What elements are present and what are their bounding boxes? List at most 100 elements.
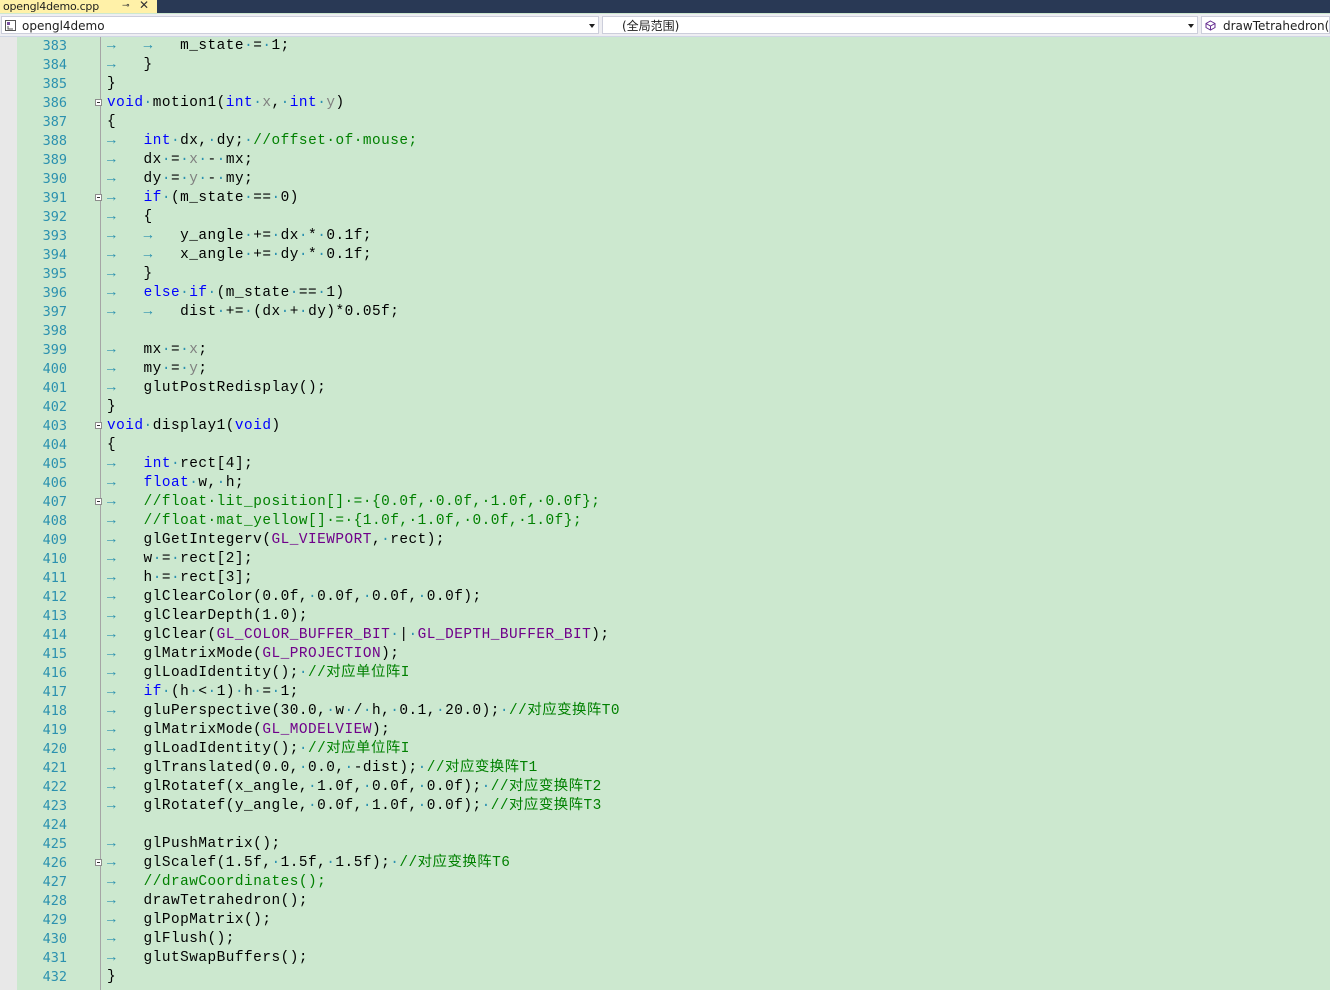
code-line[interactable]: 408 → //float·mat_yellow[]·=·{1.0f,·1.0f,…: [0, 512, 1330, 531]
code-line[interactable]: 430 → glFlush();: [0, 930, 1330, 949]
code-token: =: [253, 38, 263, 54]
code-line[interactable]: 420 → glLoadIdentity();·//对应单位阵I: [0, 740, 1330, 759]
code-line[interactable]: 427 → //drawCoordinates();: [0, 873, 1330, 892]
collapse-icon[interactable]: [95, 859, 102, 866]
code-line[interactable]: 386 void·motion1(int·x,·int·y): [0, 94, 1330, 113]
code-line[interactable]: 395 → }: [0, 265, 1330, 284]
code-line[interactable]: 413 → glClearDepth(1.0);: [0, 607, 1330, 626]
code-line[interactable]: 422 → glRotatef(x_angle,·1.0f,·0.0f,·0.0f…: [0, 778, 1330, 797]
code-token: 0.1f;: [326, 247, 373, 263]
code-token: glPushMatrix();: [116, 836, 281, 852]
code-token: drawTetrahedron();: [116, 893, 308, 909]
pin-icon[interactable]: ⊸: [122, 0, 130, 13]
line-number: 399: [42, 342, 67, 358]
code-line[interactable]: 418 → gluPerspective(30.0,·w·/·h,·0.1,·20…: [0, 702, 1330, 721]
code-line[interactable]: 410 → w·=·rect[2];: [0, 550, 1330, 569]
code-text: → dx·=·x·-·mx;: [107, 151, 253, 170]
code-text: → glMatrixMode(GL_PROJECTION);: [107, 645, 399, 664]
tab-arrow-icon: →: [107, 665, 117, 681]
code-text: → //float·mat_yellow[]·=·{1.0f,·1.0f,·0.…: [107, 512, 582, 531]
code-line[interactable]: 391 → if·(m_state·==·0): [0, 189, 1330, 208]
code-line[interactable]: 432}: [0, 968, 1330, 987]
code-line[interactable]: 407 → //float·lit_position[]·=·{0.0f,·0.0…: [0, 493, 1330, 512]
code-token: 1;: [271, 38, 290, 54]
code-token: w: [116, 551, 153, 567]
code-line[interactable]: 402}: [0, 398, 1330, 417]
code-line[interactable]: 424: [0, 816, 1330, 835]
code-token: dy;: [216, 133, 245, 149]
code-line[interactable]: 385}: [0, 75, 1330, 94]
code-text: → int·dx,·dy;·//offset·of·mouse;: [107, 132, 418, 151]
code-line[interactable]: 417 → if·(h·<·1)·h·=·1;: [0, 683, 1330, 702]
code-line[interactable]: 416 → glLoadIdentity();·//对应单位阵I: [0, 664, 1330, 683]
code-line[interactable]: 396 → else·if·(m_state·==·1): [0, 284, 1330, 303]
line-number: 423: [42, 798, 67, 814]
code-line[interactable]: 415 → glMatrixMode(GL_PROJECTION);: [0, 645, 1330, 664]
project-icon: [5, 20, 16, 31]
code-token: if: [189, 285, 208, 301]
code-line[interactable]: 429 → glPopMatrix();: [0, 911, 1330, 930]
code-token: if: [143, 684, 162, 700]
code-line[interactable]: 387 {: [0, 113, 1330, 132]
code-line[interactable]: 411 → h·=·rect[3];: [0, 569, 1330, 588]
file-tab[interactable]: opengl4demo.cpp ⊸ ✕: [0, 0, 157, 13]
code-line[interactable]: 401 → glutPostRedisplay();: [0, 379, 1330, 398]
close-icon[interactable]: ✕: [139, 0, 149, 12]
code-line[interactable]: 389 → dx·=·x·-·mx;: [0, 151, 1330, 170]
collapse-icon[interactable]: [95, 422, 102, 429]
code-line[interactable]: 393 → → y_angle·+=·dx·*·0.1f;: [0, 227, 1330, 246]
code-token: ==: [298, 285, 318, 301]
tab-arrow-icon: →: [107, 608, 117, 624]
code-line[interactable]: 423 → glRotatef(y_angle,·0.0f,·1.0f,·0.0f…: [0, 797, 1330, 816]
code-line[interactable]: 394 → → x_angle·+=·dy·*·0.1f;: [0, 246, 1330, 265]
collapse-icon[interactable]: [95, 99, 102, 106]
code-text: {: [107, 436, 116, 455]
code-token: int: [225, 95, 254, 111]
code-line[interactable]: 425 → glPushMatrix();: [0, 835, 1330, 854]
line-number: 409: [42, 532, 67, 548]
code-token: 1.5f);: [335, 855, 391, 871]
code-line[interactable]: 403 void·display1(void): [0, 417, 1330, 436]
code-editor[interactable]: 383 → → m_state·=·1; 384 → } 385} 386 void·mot…: [0, 37, 1330, 987]
code-token: glClearColor(0.0f,: [116, 589, 308, 605]
code-line[interactable]: 400 → my·=·y;: [0, 360, 1330, 379]
scope-dropdown[interactable]: (全局范围): [602, 16, 1198, 34]
code-text: }: [107, 75, 116, 94]
space-dot: ·: [207, 285, 217, 301]
space-dot: ·: [161, 342, 171, 358]
space-dot: ·: [143, 95, 153, 111]
collapse-icon[interactable]: [95, 194, 102, 201]
code-line[interactable]: 426 → glScalef(1.5f,·1.5f,·1.5f);·//对应变换阵…: [0, 854, 1330, 873]
project-dropdown[interactable]: opengl4demo: [1, 16, 599, 34]
code-line[interactable]: 383 → → m_state·=·1;: [0, 37, 1330, 56]
code-line[interactable]: 398: [0, 322, 1330, 341]
code-line[interactable]: 428 → drawTetrahedron();: [0, 892, 1330, 911]
code-line[interactable]: 399 → mx·=·x;: [0, 341, 1330, 360]
code-line[interactable]: 388 → int·dx,·dy;·//offset·of·mouse;: [0, 132, 1330, 151]
code-line[interactable]: 431 → glutSwapBuffers();: [0, 949, 1330, 968]
code-line[interactable]: 409 → glGetIntegerv(GL_VIEWPORT,·rect);: [0, 531, 1330, 550]
code-token: else: [143, 285, 181, 301]
code-line[interactable]: 412 → glClearColor(0.0f,·0.0f,·0.0f,·0.0f…: [0, 588, 1330, 607]
collapse-icon[interactable]: [95, 498, 102, 505]
code-text: → w·=·rect[2];: [107, 550, 253, 569]
code-line[interactable]: 397 → → dist·+=·(dx·+·dy)*0.05f;: [0, 303, 1330, 322]
code-line[interactable]: 404 {: [0, 436, 1330, 455]
code-line[interactable]: 421 → glTranslated(0.0,·0.0,·-dist);·//对应…: [0, 759, 1330, 778]
member-dropdown[interactable]: drawTetrahedron(void): [1201, 16, 1330, 34]
code-token: ,: [271, 95, 281, 111]
line-number: 400: [42, 361, 67, 377]
code-line[interactable]: 384 → }: [0, 56, 1330, 75]
tab-arrow-icon: →: [107, 456, 117, 472]
code-line[interactable]: 419 → glMatrixMode(GL_MODELVIEW);: [0, 721, 1330, 740]
tab-arrow-icon: →: [107, 228, 117, 244]
line-number: 386: [42, 95, 67, 111]
code-line[interactable]: 390 → dy·=·y·-·my;: [0, 170, 1330, 189]
line-number: 428: [42, 893, 67, 909]
code-line[interactable]: 392 → {: [0, 208, 1330, 227]
code-token: float: [143, 475, 190, 491]
code-line[interactable]: 414 → glClear(GL_COLOR_BUFFER_BIT·|·GL_DE…: [0, 626, 1330, 645]
code-line[interactable]: 405 → int·rect[4];: [0, 455, 1330, 474]
code-line[interactable]: 406 → float·w,·h;: [0, 474, 1330, 493]
code-token: -dist);: [353, 760, 418, 776]
